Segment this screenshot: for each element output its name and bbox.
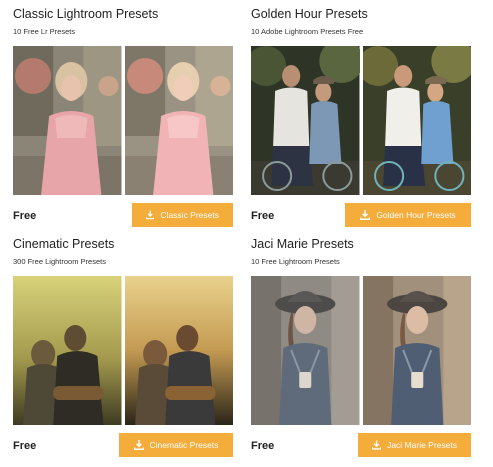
download-icon xyxy=(372,440,382,450)
card-subtitle: 10 Free Lr Presets xyxy=(13,27,76,36)
card-subtitle: 10 Adobe Lightroom Presets Free xyxy=(251,27,364,36)
price-label: Free xyxy=(13,440,37,452)
preset-card-classic: Classic Lightroom Presets 10 Free Lr Pre… xyxy=(13,6,235,229)
before-image xyxy=(251,276,360,425)
price-label: Free xyxy=(251,210,275,222)
before-image xyxy=(13,46,122,195)
card-footer: Free Classic Presets xyxy=(13,203,235,229)
preset-card-cinematic: Cinematic Presets 300 Free Lightroom Pre… xyxy=(13,236,235,459)
download-cinematic-presets-button[interactable]: Cinematic Presets xyxy=(119,433,233,457)
card-subtitle: 300 Free Lightroom Presets xyxy=(13,257,106,266)
after-image xyxy=(362,276,471,425)
before-image xyxy=(251,46,360,195)
button-label: Golden Hour Presets xyxy=(376,210,456,220)
button-label: Classic Presets xyxy=(160,210,219,220)
before-after-images xyxy=(251,276,471,425)
card-footer: Free Cinematic Presets xyxy=(13,433,235,459)
after-image xyxy=(362,46,471,195)
card-title: Cinematic Presets xyxy=(13,237,115,251)
button-label: Jaci Marie Presets xyxy=(387,440,457,450)
price-label: Free xyxy=(13,210,37,222)
before-after-images xyxy=(13,46,233,195)
after-image xyxy=(124,46,233,195)
download-icon xyxy=(133,440,144,450)
before-image xyxy=(13,276,122,425)
card-title: Golden Hour Presets xyxy=(251,7,368,21)
download-golden-hour-presets-button[interactable]: Golden Hour Presets xyxy=(345,203,471,227)
preset-card-jaci-marie: Jaci Marie Presets 10 Free Lightroom Pre… xyxy=(251,236,473,459)
download-icon xyxy=(360,210,371,220)
download-icon xyxy=(146,210,155,220)
after-image xyxy=(124,276,233,425)
card-title: Classic Lightroom Presets xyxy=(13,7,159,21)
card-footer: Free Jaci Marie Presets xyxy=(251,433,473,459)
preset-card-golden-hour: Golden Hour Presets 10 Adobe Lightroom P… xyxy=(251,6,473,229)
card-title: Jaci Marie Presets xyxy=(251,237,354,251)
before-after-images xyxy=(251,46,471,195)
price-label: Free xyxy=(251,440,275,452)
button-label: Cinematic Presets xyxy=(149,440,219,450)
download-jaci-marie-presets-button[interactable]: Jaci Marie Presets xyxy=(358,433,471,457)
before-after-images xyxy=(13,276,233,425)
card-footer: Free Golden Hour Presets xyxy=(251,203,473,229)
card-subtitle: 10 Free Lightroom Presets xyxy=(251,257,340,266)
download-classic-presets-button[interactable]: Classic Presets xyxy=(132,203,233,227)
